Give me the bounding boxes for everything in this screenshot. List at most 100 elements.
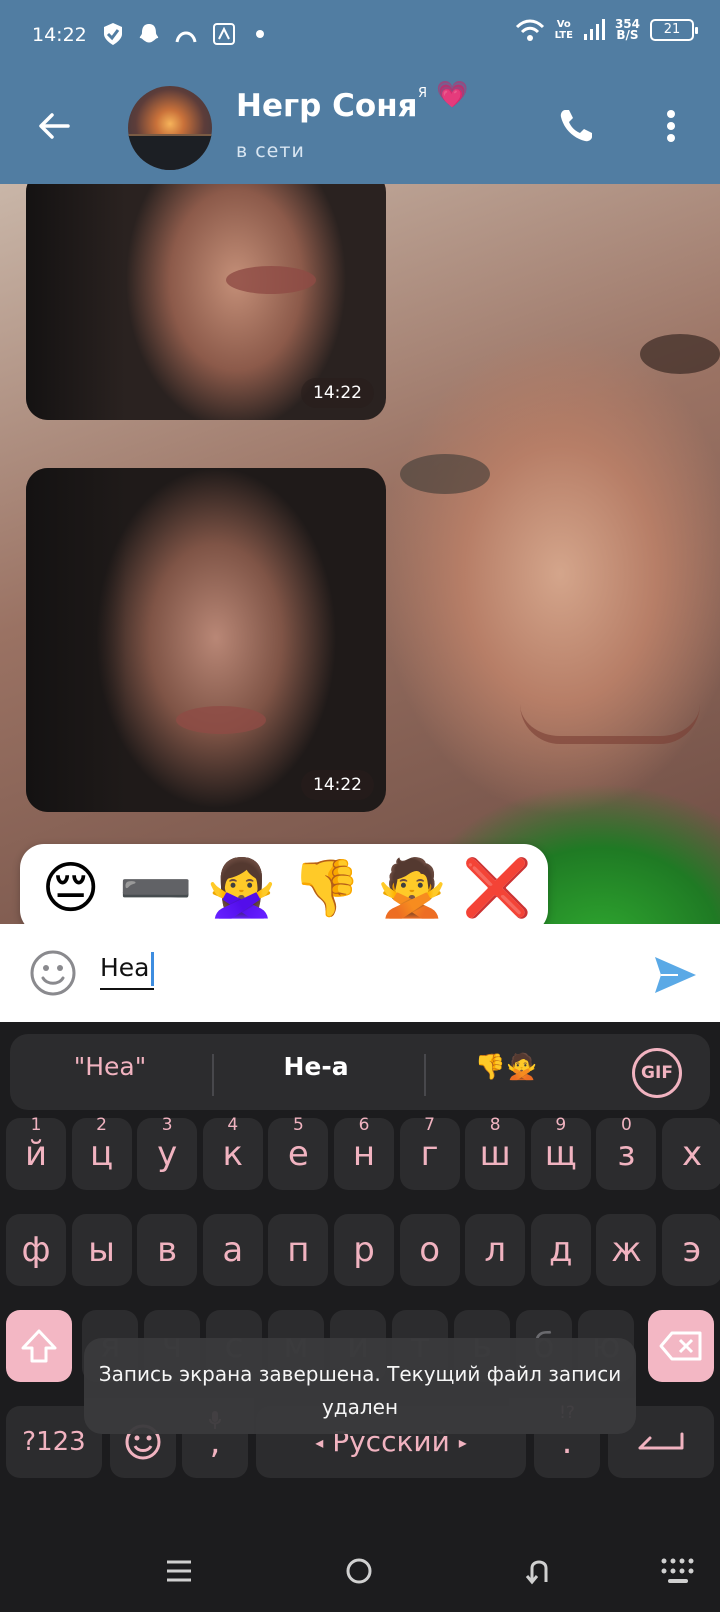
status-right-icons: Vo LTE 354 B/S 21 [515,18,698,42]
emoji-suggestion[interactable]: 😔 [33,854,109,924]
key-letter[interactable]: д [530,1214,591,1286]
more-options-icon[interactable] [658,106,684,146]
keyboard-grid-icon[interactable] [660,1556,696,1586]
wallpaper-detail [520,704,700,744]
key-letter[interactable]: 9щ [530,1115,591,1190]
key-letter[interactable]: л [465,1214,526,1286]
contact-name[interactable]: Негр Соня [236,88,418,124]
network-bottom: LTE [554,30,573,41]
emoji-suggestion[interactable]: 🙅 [374,854,450,924]
key-letter[interactable]: ы [71,1214,132,1286]
shift-key[interactable] [6,1310,72,1382]
heart-icon: 💗 [436,80,469,110]
key-letter[interactable]: ф [6,1214,66,1286]
key-letter[interactable]: в [137,1214,198,1286]
key-label: г [420,1134,439,1174]
key-label: х [681,1134,703,1174]
emoji-suggestion[interactable]: ➖ [118,854,194,924]
screen: 14:22 Vo LTE 354 B/S 21 Негр Соня Я 💗 в … [0,0,720,1612]
key-letter[interactable]: 5е [268,1115,329,1190]
photo-content [226,266,316,294]
key-number-hint: 1 [30,1115,42,1135]
key-number-hint: 5 [292,1115,304,1135]
key-letter[interactable]: 3у [137,1115,198,1190]
backspace-key[interactable] [648,1310,714,1382]
emoji-picker-icon[interactable] [28,948,78,998]
emoji-suggestion[interactable]: ❌ [459,854,535,924]
key-label: ш [479,1134,511,1174]
photo-message[interactable]: 14:22 [26,184,386,420]
navigation-bar [0,1530,720,1612]
key-label: н [352,1134,376,1174]
key-letter[interactable]: э [662,1214,720,1286]
key-letter[interactable]: 1й [6,1115,66,1190]
network-type: Vo LTE [555,19,573,41]
message-composer: Неа [0,924,720,1022]
key-letter[interactable]: 7г [399,1115,460,1190]
key-letter[interactable]: а [202,1214,263,1286]
chat-area: 14:22 14:22 [0,184,720,924]
send-icon[interactable] [652,954,698,996]
speed-unit: B/S [616,28,639,42]
back-arrow-icon[interactable] [34,106,74,146]
key-label: к [222,1134,244,1174]
keyboard: "Неа" Не-а 👎🙅 GIF ?123 , ◂ Русский ▸ . 1… [0,1022,720,1612]
keyboard-suggestion-bar: "Неа" Не-а 👎🙅 GIF [10,1034,710,1110]
avatar[interactable] [128,86,212,170]
dot-icon [256,30,264,38]
signal-icon [583,19,605,40]
back-icon[interactable] [524,1556,554,1586]
message-time: 14:22 [301,378,374,408]
suggestion-divider [212,1054,214,1096]
emoji-suggestion[interactable]: 👎 [289,854,365,924]
photo-message[interactable]: 14:22 [26,468,386,812]
network-top: Vo [556,19,571,30]
key-number-hint: 4 [227,1115,239,1135]
photo-content [26,468,126,812]
key-letter[interactable]: 6н [334,1115,394,1190]
message-input[interactable]: Неа [100,952,154,990]
key-letter[interactable]: 2ц [71,1115,132,1190]
photo-content [26,184,126,420]
arc-icon [175,31,197,43]
arrow-left-icon: ◂ [315,1433,324,1452]
shield-check-icon [104,23,122,45]
emoji-suggestion-strip: 😔 ➖ 🙅‍♀️ 👎 🙅 ❌ [20,844,548,934]
name-badge: Я [418,86,428,101]
key-letter[interactable]: о [399,1214,460,1286]
suggestion-1[interactable]: "Неа" [10,1052,210,1081]
key-letter[interactable]: п [268,1214,329,1286]
key-letter[interactable]: х [662,1118,720,1190]
key-label: ц [90,1134,114,1174]
key-letter[interactable]: ж [596,1214,657,1286]
menu-icon[interactable] [164,1556,194,1586]
text-caret [150,952,154,986]
key-number-hint: 3 [161,1115,173,1135]
message-time: 14:22 [301,770,374,800]
arrow-right-icon: ▸ [458,1433,467,1452]
key-letter[interactable]: 8ш [465,1115,526,1190]
phone-call-icon[interactable] [556,106,596,146]
key-letter[interactable]: р [334,1214,394,1286]
message-input-text: Неа [100,953,150,982]
key-number-hint: 2 [96,1115,107,1135]
wallpaper-detail [400,454,490,494]
key-number-hint: 0 [620,1115,632,1135]
ghost-icon [139,24,159,43]
enter-icon [638,1432,684,1450]
emoji-suggestion[interactable]: 🙅‍♀️ [203,854,279,924]
gif-button[interactable]: GIF [632,1048,682,1098]
key-number-hint: 8 [489,1115,501,1135]
suggestion-3[interactable]: 👎🙅 [426,1052,586,1082]
online-status: в сети [236,140,305,162]
battery-icon: 21 [650,19,698,41]
key-letter[interactable]: 0з [596,1115,657,1190]
home-icon[interactable] [344,1556,374,1586]
key-label: щ [544,1134,577,1174]
cast-icon [213,23,235,45]
key-label: з [617,1134,636,1174]
key-letter[interactable]: 4к [202,1115,263,1190]
chat-header: Негр Соня Я 💗 в сети [0,70,720,184]
suggestion-2[interactable]: Не-а [216,1052,416,1081]
wallpaper-detail [640,334,720,374]
